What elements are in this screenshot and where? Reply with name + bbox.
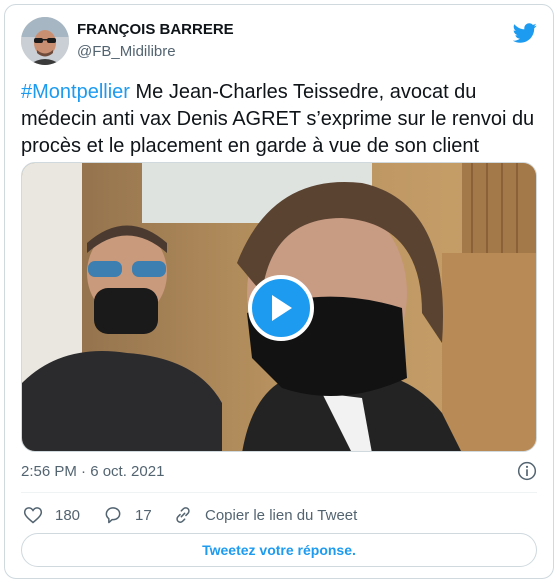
copy-link-action[interactable]: Copier le lien du Tweet (173, 503, 357, 527)
like-count: 180 (55, 506, 81, 524)
video-thumbnail[interactable] (21, 162, 537, 452)
reply-count: 17 (135, 506, 152, 524)
author-name[interactable]: FRANÇOIS BARRERE (77, 21, 234, 38)
reply-action[interactable]: 17 (103, 503, 152, 527)
reply-bubble-icon (105, 507, 121, 524)
avatar[interactable] (21, 17, 69, 65)
divider (21, 492, 537, 493)
tweet-card: FRANÇOIS BARRERE @FB_Midilibre #Montpell… (4, 4, 554, 579)
reply-button[interactable]: Tweetez votre réponse. (21, 533, 537, 567)
info-icon[interactable] (517, 461, 537, 481)
like-action[interactable]: 180 (23, 503, 80, 527)
author-handle[interactable]: @FB_Midilibre (77, 43, 176, 60)
link-icon (176, 507, 190, 523)
play-button[interactable] (248, 275, 314, 341)
hashtag-link[interactable]: #Montpellier (21, 81, 130, 103)
tweet-text: #Montpellier Me Jean-Charles Teissedre, … (21, 79, 541, 160)
play-icon (272, 295, 292, 321)
twitter-bird-icon[interactable] (513, 21, 537, 45)
copy-link-label: Copier le lien du Tweet (205, 506, 358, 524)
tweet-timestamp[interactable]: 2:56 PM · 6 oct. 2021 (21, 463, 164, 480)
heart-icon (23, 507, 43, 524)
